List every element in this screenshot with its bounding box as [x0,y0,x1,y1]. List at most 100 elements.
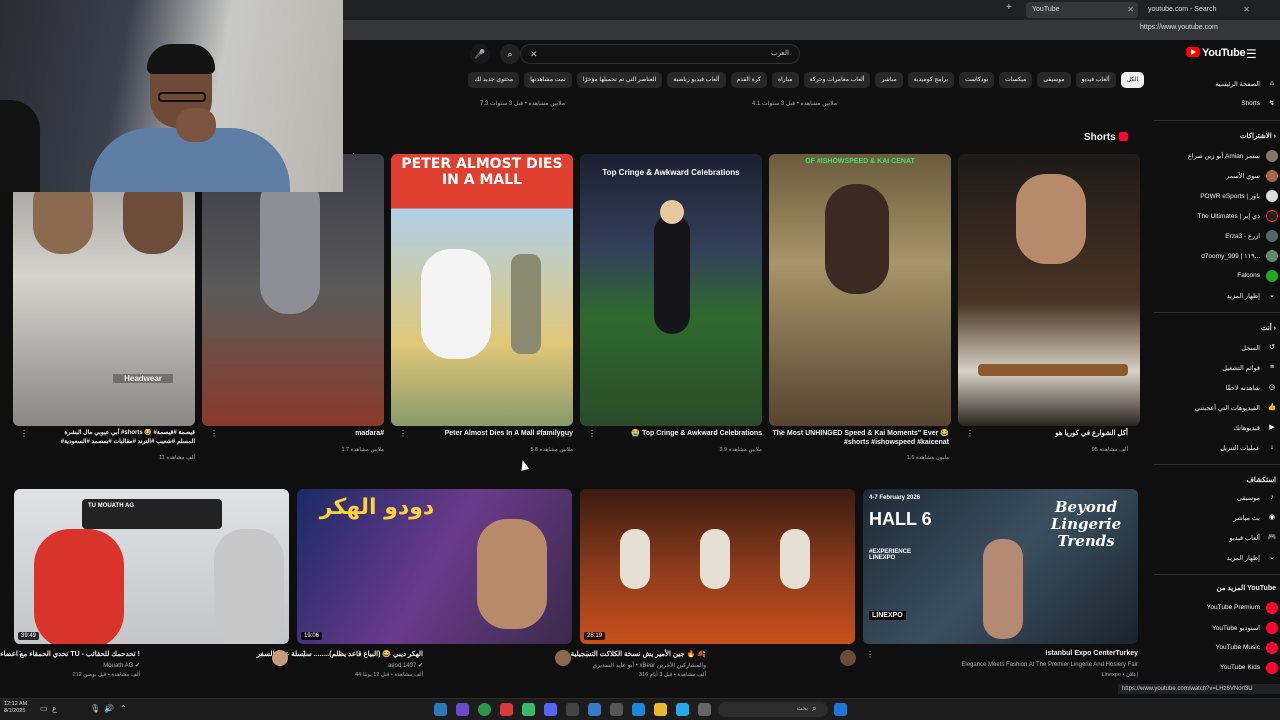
chip[interactable]: بودكاست [959,72,995,88]
app-icon[interactable] [676,703,689,716]
short-title[interactable]: madara# [202,429,384,438]
sidebar-item-shorts[interactable]: Shorts [1241,100,1260,107]
more-options-icon[interactable]: ⋮ [966,429,974,438]
app-icon[interactable] [434,703,447,716]
app-icon[interactable] [588,703,601,716]
chip[interactable]: العناصر التي تم تحميلها مؤخرًا [576,72,663,88]
address-bar[interactable]: https://www.youtube.com [1140,24,1218,31]
notification-icon[interactable]: ▭ [40,704,48,713]
youtube-logo[interactable]: YouTube [1186,47,1246,59]
sidebar-item-music[interactable]: موسيقى [1237,494,1260,502]
chrome-icon[interactable] [478,703,491,716]
sidebar-item-playlists[interactable]: قوائم التشغيل [1222,364,1260,372]
sidebar-item-kids[interactable]: YouTube Kids [1220,664,1260,671]
search-icon[interactable]: ⌕ [500,44,520,64]
more-options-icon[interactable]: ⋮ [583,650,591,659]
short-thumbnail[interactable]: PETER ALMOST DIES IN A MALL [391,154,573,426]
more-options-icon[interactable]: ⋮ [399,429,407,438]
chip[interactable]: ألعاب فيديو رياضية [667,72,726,88]
new-tab-button[interactable]: + [1006,2,1012,13]
chip[interactable]: موسيقى [1037,72,1071,88]
sidebar-sub[interactable]: Falcons [1237,272,1260,279]
sidebar-sub[interactable]: d7oomy_999 | ١١٩... [1201,252,1260,260]
tab-youtube-search[interactable]: youtube.com - Search ✕ [1142,2,1254,18]
sidebar-item-your-videos[interactable]: فيديوهاتك [1234,424,1260,432]
sidebar-item-history[interactable]: السجل [1241,344,1260,352]
short-title[interactable]: The Most UNHINGED Speed & Kai Moments" E… [767,429,949,447]
app-icon[interactable] [698,703,711,716]
sidebar-item-premium[interactable]: YouTube Premium [1207,604,1260,611]
mic-tray-icon[interactable]: 🎙 [90,704,100,713]
file-explorer-icon[interactable] [654,703,667,716]
chip[interactable]: محتوى جديد لك [468,72,520,88]
video-channel[interactable]: Elegance Meets Fashion At The Premier Li… [961,662,1138,668]
short-title[interactable]: 😭 Top Cringe & Awkward Celebrations [580,429,762,438]
more-options-icon[interactable]: ⋮ [210,429,218,438]
tab-youtube[interactable]: YouTube ✕ [1026,2,1138,18]
video-title[interactable]: Istanbul Expo CenterTurkey [1046,650,1138,657]
video-thumbnail[interactable]: 4-7 February 2026 HALL 6 #EXPERIENCE LIN… [863,489,1138,644]
search-input[interactable]: العرب [520,44,800,64]
video-channel[interactable]: أبو عايد السديري • xBear والمشاركين الآخ… [592,662,706,669]
short-title[interactable]: Peter Almost Dies In A Mall #familyguy [391,429,573,438]
app-icon[interactable] [456,703,469,716]
chip[interactable]: كرة القدم [730,72,767,88]
app-icon[interactable] [566,703,579,716]
taskbar-clock[interactable]: 12:12 AM 8/1/2025 [4,701,27,715]
short-thumbnail[interactable] [202,154,384,426]
app-icon[interactable] [500,703,513,716]
sidebar-sub[interactable]: سوي الأسمر [1226,172,1260,180]
channel-avatar[interactable] [840,650,856,666]
sidebar-sub[interactable]: The Ultimates | ذي إير [1198,212,1260,220]
clear-search-icon[interactable]: ✕ [530,44,538,64]
short-thumbnail[interactable] [958,154,1140,426]
app-icon[interactable] [522,703,535,716]
language-icon[interactable]: ع [52,704,57,713]
video-thumbnail[interactable]: دودو الهكر 19:06 [297,489,572,644]
edge-icon[interactable] [632,703,645,716]
show-more-button[interactable]: إظهار المزيد [1227,554,1260,562]
more-options-icon[interactable]: ⋮ [777,429,785,438]
short-title[interactable]: أبي عيوبي مال البشرة #shorts 😂 #قيصمة #ق… [13,429,195,438]
video-channel[interactable]: Mouath AG ✔ [103,662,140,669]
close-icon[interactable]: ✕ [1127,2,1134,18]
search-icon[interactable]: ⌕ [812,704,816,714]
short-thumbnail[interactable]: OF #ISHOWSPEED & KAI CENAT [769,154,951,426]
volume-icon[interactable]: 🔊 [104,704,114,713]
chip[interactable]: مباشر [875,72,903,88]
chip[interactable]: ألعاب مغامرات وحركة [803,72,871,88]
show-more-button[interactable]: إظهار المزيد [1227,292,1260,300]
windows-start-icon[interactable] [834,703,847,716]
app-icon[interactable] [610,703,623,716]
chip[interactable]: برامج كوميدية [907,72,955,88]
video-channel[interactable]: aeod 1407 ✔ [388,662,423,669]
more-options-icon[interactable]: ⋮ [20,429,28,438]
channel-avatar[interactable] [555,650,571,666]
sidebar-sub[interactable]: Erza3 - ازرع [1225,232,1260,240]
short-thumbnail[interactable]: Top Cringe & Awkward Celebrations [580,154,762,426]
more-options-icon[interactable]: ⋮ [866,650,874,659]
sidebar-item-home[interactable]: الصفحة الرئيسية [1215,80,1260,88]
subscriptions-header[interactable]: الاشتراكات › [1240,132,1276,140]
sidebar-sub[interactable]: POWR eSports | باور [1200,192,1260,200]
more-options-icon[interactable]: ⋮ [588,429,596,438]
sidebar-sub[interactable]: أبو زين صراع Amian ستمر [1188,152,1260,160]
chip[interactable]: مباراة [771,72,799,88]
chip[interactable]: ألعاب فيديو [1075,72,1116,88]
more-options-icon[interactable]: ⋮ [16,650,24,659]
sidebar-item-liked[interactable]: الفيديوهات التي أعجبتني [1195,404,1260,412]
sidebar-item-downloads[interactable]: عمليات التنزيل [1220,444,1260,452]
sidebar-item-studio[interactable]: YouTube استوديو [1212,624,1260,632]
more-options-icon[interactable]: ⋮ [300,650,308,659]
sidebar-item-live[interactable]: بث مباشر [1234,514,1260,522]
mic-icon[interactable]: 🎤 [470,44,490,64]
chevron-up-icon[interactable]: ⌃ [120,704,127,713]
chip-all[interactable]: الكل [1120,72,1144,88]
short-thumbnail[interactable]: Headwear [13,154,195,426]
hamburger-menu-icon[interactable]: ☰ [1246,47,1257,61]
sidebar-item-watch-later[interactable]: شاهدته لاحقًا [1226,384,1260,392]
close-icon[interactable]: ✕ [1243,2,1250,18]
video-thumbnail[interactable]: TU MOUATH AG 39:49 [14,489,289,644]
chip[interactable]: ميكسات [999,72,1033,88]
sidebar-item-music-app[interactable]: YouTube Music [1216,644,1260,651]
